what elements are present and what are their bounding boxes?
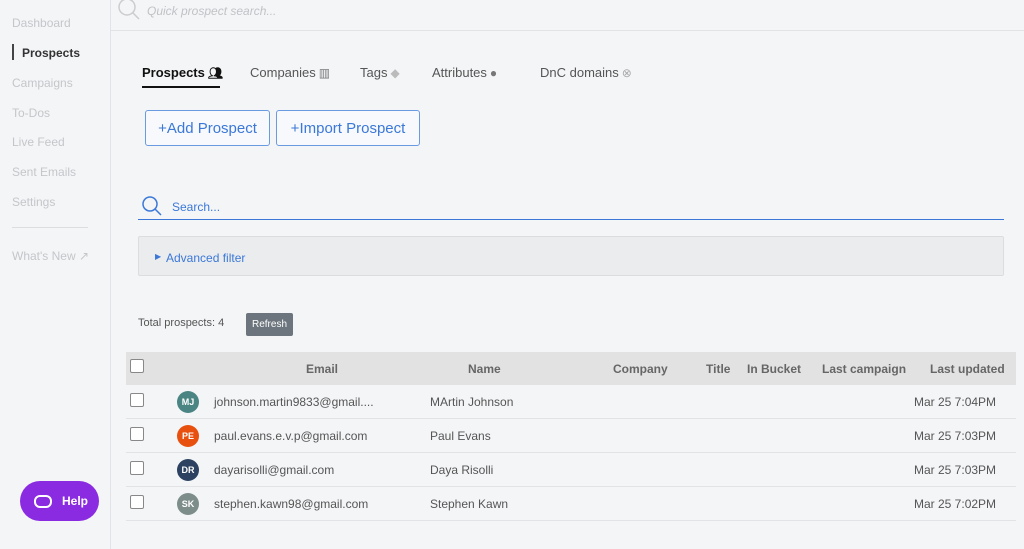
plus-icon: + xyxy=(158,119,167,137)
name-cell[interactable]: Daya Risolli xyxy=(430,463,493,477)
search-input[interactable]: Search... xyxy=(172,200,220,214)
active-indicator xyxy=(12,44,14,60)
row-checkbox[interactable] xyxy=(130,495,144,509)
sidebar-item-whats-new[interactable]: What's New ↗ xyxy=(12,249,89,263)
name-cell[interactable]: MArtin Johnson xyxy=(430,395,513,409)
header-email[interactable]: Email xyxy=(306,362,338,376)
tab-label: Prospects xyxy=(142,65,205,80)
add-prospect-button[interactable]: + Add Prospect xyxy=(145,110,270,146)
header-title[interactable]: Title xyxy=(706,362,730,376)
close-circle-icon: ⊗ xyxy=(621,65,632,80)
sidebar-item-prospects[interactable]: Prospects xyxy=(22,46,80,60)
last-updated-cell: Mar 25 7:04PM xyxy=(914,395,997,409)
name-cell[interactable]: Paul Evans xyxy=(430,429,491,443)
search-icon xyxy=(118,0,140,20)
search-icon xyxy=(142,196,162,216)
chat-icon xyxy=(34,494,52,508)
last-updated-cell: Mar 25 7:02PM xyxy=(914,497,997,511)
header-name[interactable]: Name xyxy=(468,362,501,376)
external-link-icon: ↗ xyxy=(78,249,90,263)
plus-icon: + xyxy=(290,119,300,137)
table-header: Email Name Company Title In Bucket Last … xyxy=(126,352,1016,385)
avatar: PE xyxy=(177,425,199,447)
sidebar-item-todos[interactable]: To-Dos xyxy=(12,106,50,120)
prospect-search-field[interactable]: Search... xyxy=(138,192,1004,220)
tag-icon: ◆ xyxy=(390,65,400,80)
sidebar-item-sent-emails[interactable]: Sent Emails xyxy=(12,165,76,179)
tab-companies[interactable]: Companies ▥ xyxy=(250,65,330,80)
sidebar-item-dashboard[interactable]: Dashboard xyxy=(12,16,71,30)
quick-search-input[interactable]: Quick prospect search... xyxy=(147,4,276,18)
email-cell[interactable]: dayarisolli@gmail.com xyxy=(214,463,334,477)
total-prospects: Total prospects: 4 xyxy=(138,317,225,329)
email-cell[interactable]: johnson.martin9833@gmail.... xyxy=(214,395,374,409)
last-updated-cell: Mar 25 7:03PM xyxy=(914,463,997,477)
header-in-bucket[interactable]: In Bucket xyxy=(747,362,801,376)
divider xyxy=(12,227,88,228)
avatar: DR xyxy=(177,459,199,481)
header-last-updated[interactable]: Last updated xyxy=(930,362,1005,376)
tab-label: Companies xyxy=(250,65,316,80)
email-cell[interactable]: paul.evans.e.v.p@gmail.com xyxy=(214,429,367,443)
quick-search-bar[interactable]: Quick prospect search... xyxy=(111,0,1024,31)
building-icon: ▥ xyxy=(318,65,331,80)
sidebar: Dashboard Prospects Campaigns To-Dos Liv… xyxy=(0,0,111,549)
tab-label: Tags xyxy=(360,65,388,80)
sidebar-item-campaigns[interactable]: Campaigns xyxy=(12,76,73,90)
last-updated-cell: Mar 25 7:03PM xyxy=(914,429,997,443)
help-button[interactable]: Help xyxy=(20,481,99,521)
sidebar-item-settings[interactable]: Settings xyxy=(12,195,55,209)
row-checkbox[interactable] xyxy=(130,461,144,475)
caret-right-icon: ▶ xyxy=(155,252,162,261)
import-prospect-button[interactable]: + Import Prospect xyxy=(276,110,420,146)
tab-label: Attributes xyxy=(432,65,487,80)
button-label: Add Prospect xyxy=(166,119,257,137)
active-tab-underline xyxy=(142,86,220,88)
advanced-filter-toggle[interactable]: ▶ Advanced filter xyxy=(138,236,1004,276)
table-row[interactable]: SK stephen.kawn98@gmail.com Stephen Kawn… xyxy=(126,487,1016,521)
avatar: SK xyxy=(177,493,199,515)
select-all-checkbox[interactable] xyxy=(130,359,144,373)
tab-prospects[interactable]: Prospects 👥︎ xyxy=(142,65,223,80)
row-checkbox[interactable] xyxy=(130,427,144,441)
table-row[interactable]: PE paul.evans.e.v.p@gmail.com Paul Evans… xyxy=(126,419,1016,453)
row-checkbox[interactable] xyxy=(130,393,144,407)
tab-label: DnC domains xyxy=(540,65,619,80)
header-last-campaign[interactable]: Last campaign xyxy=(822,362,906,376)
email-cell[interactable]: stephen.kawn98@gmail.com xyxy=(214,497,368,511)
sidebar-item-live-feed[interactable]: Live Feed xyxy=(12,135,65,149)
user-edit-icon: ● xyxy=(489,65,498,80)
tab-dnc-domains[interactable]: DnC domains ⊗ xyxy=(540,65,632,80)
tab-attributes[interactable]: Attributes ● xyxy=(432,65,497,80)
table-row[interactable]: MJ johnson.martin9833@gmail.... MArtin J… xyxy=(126,385,1016,419)
name-cell[interactable]: Stephen Kawn xyxy=(430,497,508,511)
header-company[interactable]: Company xyxy=(613,362,668,376)
refresh-button[interactable]: Refresh xyxy=(246,313,293,336)
avatar: MJ xyxy=(177,391,199,413)
whats-new-label: What's New xyxy=(12,249,76,263)
tab-tags[interactable]: Tags ◆ xyxy=(360,65,400,80)
users-icon: 👥︎ xyxy=(207,65,224,80)
help-label: Help xyxy=(62,494,89,508)
button-label: Import Prospect xyxy=(299,119,406,137)
advanced-filter-label: Advanced filter xyxy=(166,251,246,265)
table-row[interactable]: DR dayarisolli@gmail.com Daya Risolli Ma… xyxy=(126,453,1016,487)
